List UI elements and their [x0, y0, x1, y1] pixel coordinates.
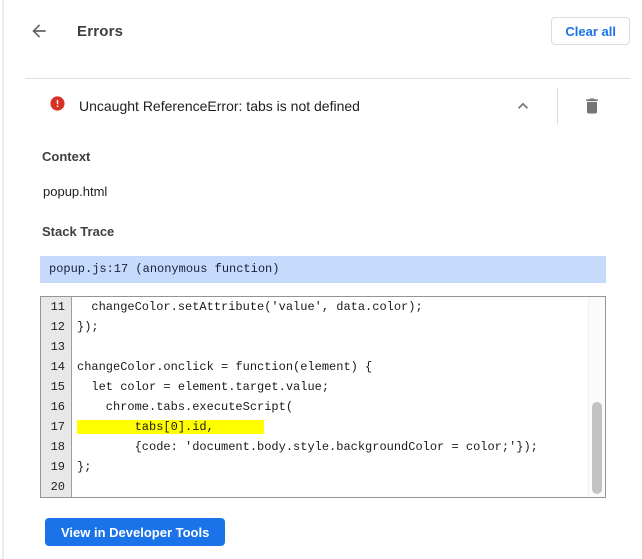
context-heading: Context	[42, 149, 91, 164]
line-number: 18	[41, 437, 72, 457]
errors-page: Errors Clear all Uncaught ReferenceError…	[0, 0, 642, 546]
back-button[interactable]	[25, 17, 53, 45]
code-viewer[interactable]: 11 changeColor.setAttribute('value', dat…	[40, 296, 606, 498]
code-line: 13	[41, 337, 605, 357]
line-number: 11	[41, 297, 72, 317]
code-scrollbar-track[interactable]	[588, 297, 605, 497]
view-in-devtools-button[interactable]: View in Developer Tools	[45, 518, 226, 546]
window-left-edge	[2, 0, 4, 559]
code-line: 12 });	[41, 317, 605, 337]
error-icon	[49, 95, 66, 117]
arrow-back-icon	[29, 21, 49, 41]
delete-error-button[interactable]	[578, 92, 606, 120]
line-text: let color = element.target.value;	[77, 380, 330, 394]
code-line: 19 };	[41, 457, 605, 477]
line-text: tabs[0].id,	[72, 417, 605, 437]
page-title: Errors	[77, 22, 124, 40]
header-divider	[25, 78, 630, 79]
line-text: changeColor.onclick = function(element) …	[77, 360, 373, 374]
line-number: 15	[41, 377, 72, 397]
code-line: 16 chrome.tabs.executeScript(	[41, 397, 605, 417]
trash-icon	[582, 96, 602, 116]
line-number: 12	[41, 317, 72, 337]
line-number: 16	[41, 397, 72, 417]
error-row-actions	[509, 87, 606, 124]
code-line: 17 tabs[0].id,	[41, 417, 605, 437]
collapse-button[interactable]	[509, 92, 537, 120]
error-entry-row[interactable]: Uncaught ReferenceError: tabs is not def…	[25, 87, 630, 124]
stack-frame-item[interactable]: popup.js:17 (anonymous function)	[40, 256, 606, 283]
stack-trace-heading: Stack Trace	[42, 224, 115, 239]
line-text: });	[77, 320, 99, 334]
errors-header: Errors Clear all	[25, 0, 630, 62]
chevron-up-icon	[513, 96, 533, 116]
error-message: Uncaught ReferenceError: tabs is not def…	[79, 97, 360, 114]
line-text: {code: 'document.body.style.backgroundCo…	[77, 440, 538, 454]
line-text	[72, 337, 605, 357]
code-lines: 11 changeColor.setAttribute('value', dat…	[41, 297, 605, 497]
code-scrollbar-thumb[interactable]	[592, 402, 602, 494]
line-text: };	[77, 460, 92, 474]
code-line: 20	[41, 477, 605, 497]
clear-all-button[interactable]: Clear all	[551, 17, 630, 45]
line-text	[72, 477, 605, 497]
line-text: chrome.tabs.executeScript(	[77, 400, 294, 414]
line-text: changeColor.setAttribute('value', data.c…	[77, 300, 423, 314]
line-number: 14	[41, 357, 72, 377]
line-number: 20	[41, 477, 72, 497]
actions-divider	[557, 87, 558, 124]
code-line: 11 changeColor.setAttribute('value', dat…	[41, 297, 605, 317]
line-number: 13	[41, 337, 72, 357]
code-line: 14 changeColor.onclick = function(elemen…	[41, 357, 605, 377]
code-line: 15 let color = element.target.value;	[41, 377, 605, 397]
line-number: 19	[41, 457, 72, 477]
line-number: 17	[41, 417, 72, 437]
context-value: popup.html	[43, 184, 108, 199]
code-line: 18 {code: 'document.body.style.backgroun…	[41, 437, 605, 457]
